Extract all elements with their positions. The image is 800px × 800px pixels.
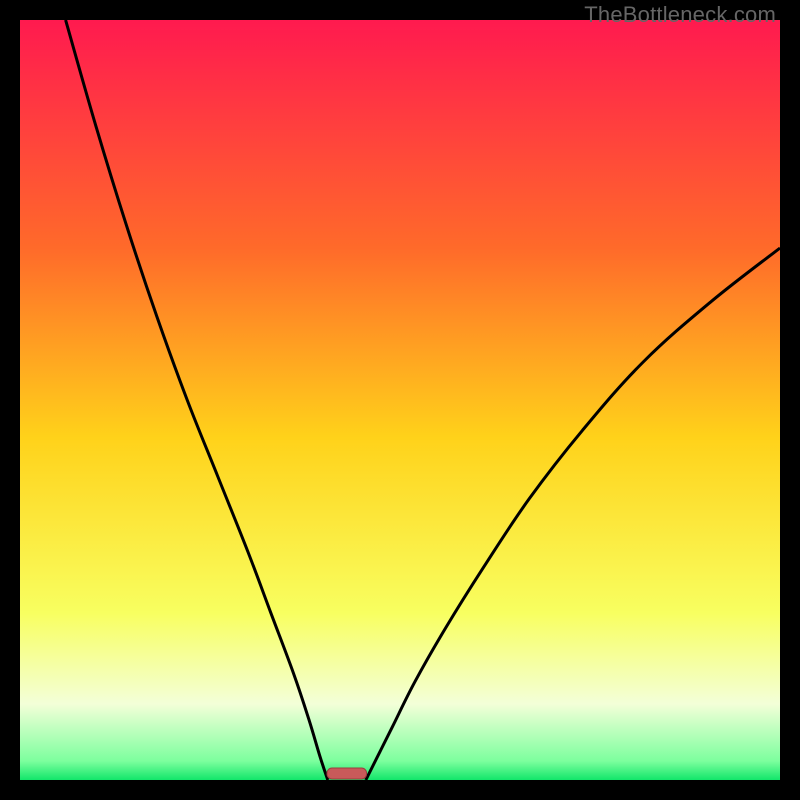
chart-frame (20, 20, 780, 780)
bottleneck-chart (20, 20, 780, 780)
gradient-background (20, 20, 780, 780)
watermark-text: TheBottleneck.com (584, 2, 776, 28)
optimal-marker (327, 768, 367, 779)
